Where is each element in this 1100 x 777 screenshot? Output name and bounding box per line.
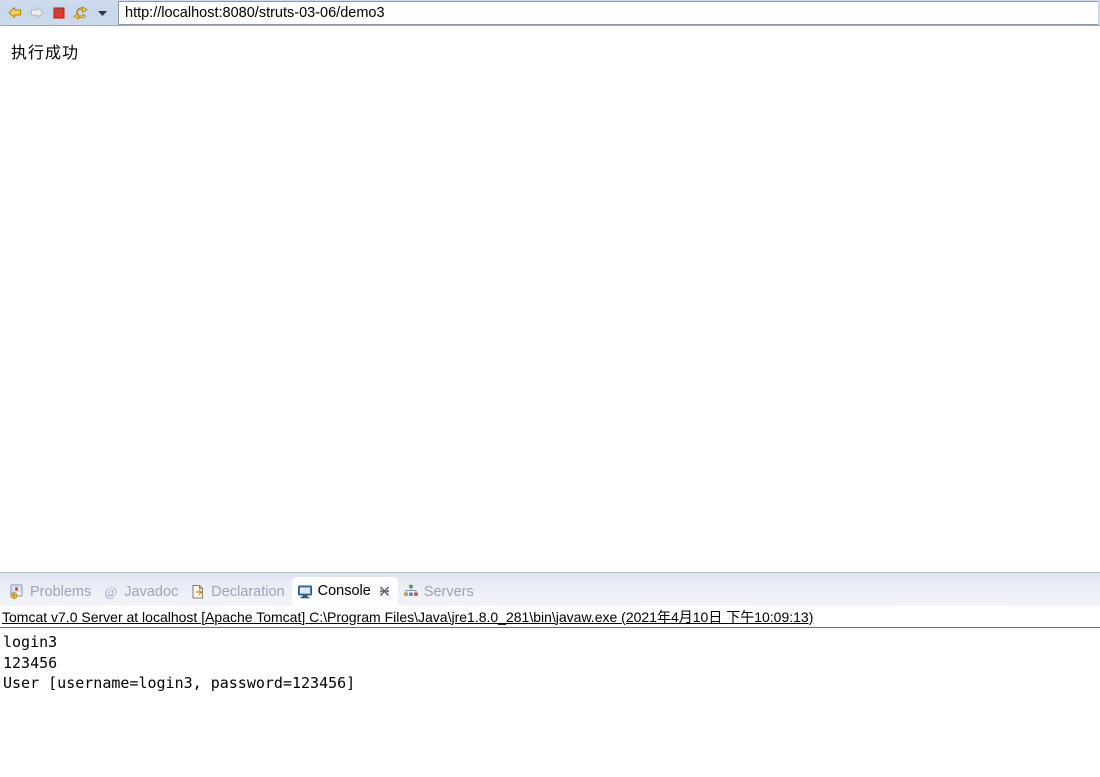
forward-button[interactable] (26, 2, 48, 24)
servers-icon (403, 584, 419, 600)
console-output-line: 123456 (3, 653, 58, 672)
tab-problems[interactable]: Problems (4, 578, 98, 606)
tab-label-console: Console (317, 583, 371, 600)
tab-close-icon[interactable] (378, 585, 391, 598)
address-bar-text: http://localhost:8080/struts-03-06/demo3 (125, 4, 385, 21)
console-icon (297, 584, 313, 600)
forward-arrow-icon (28, 5, 46, 21)
svg-text:@: @ (105, 586, 118, 601)
refresh-button[interactable] (70, 2, 92, 24)
toolbar-dropdown-button[interactable] (92, 2, 112, 24)
console-status-bar: Tomcat v7.0 Server at localhost [Apache … (0, 606, 1100, 628)
tab-servers[interactable]: Servers (398, 578, 481, 606)
problems-icon (9, 584, 25, 600)
tab-declaration[interactable]: Declaration (185, 578, 291, 606)
tab-label-servers: Servers (423, 583, 474, 600)
page-content-area: 执行成功 (0, 27, 1100, 572)
stop-button[interactable] (48, 2, 70, 24)
declaration-icon (190, 584, 206, 600)
refresh-icon (72, 5, 90, 21)
view-tab-bar: Problems @ Javadoc Declaration Console S… (0, 573, 1100, 606)
console-launch-config-label[interactable]: Tomcat v7.0 Server at localhost [Apache … (0, 610, 813, 624)
console-output-line: User [username=login3, password=123456] (3, 674, 356, 692)
browser-toolbar: http://localhost:8080/struts-03-06/demo3 (0, 0, 1100, 26)
tab-label-javadoc: Javadoc (124, 583, 179, 600)
tab-label-problems: Problems (30, 583, 92, 600)
javadoc-icon: @ (103, 584, 119, 601)
tab-label-declaration: Declaration (211, 583, 285, 600)
console-output-area[interactable]: login3 123456 User [username=login3, pas… (0, 629, 1100, 777)
back-button[interactable] (4, 2, 26, 24)
console-output-line: login3 (3, 633, 58, 651)
address-bar[interactable]: http://localhost:8080/struts-03-06/demo3 (118, 1, 1098, 25)
page-message: 执行成功 (11, 43, 80, 62)
chevron-down-icon (97, 4, 108, 22)
stop-icon (51, 5, 67, 21)
back-arrow-icon (6, 5, 24, 21)
tab-javadoc[interactable]: @ Javadoc (98, 578, 185, 606)
tab-console[interactable]: Console (291, 577, 398, 606)
eclipse-bottom-panel: Problems @ Javadoc Declaration Console S… (0, 572, 1100, 777)
